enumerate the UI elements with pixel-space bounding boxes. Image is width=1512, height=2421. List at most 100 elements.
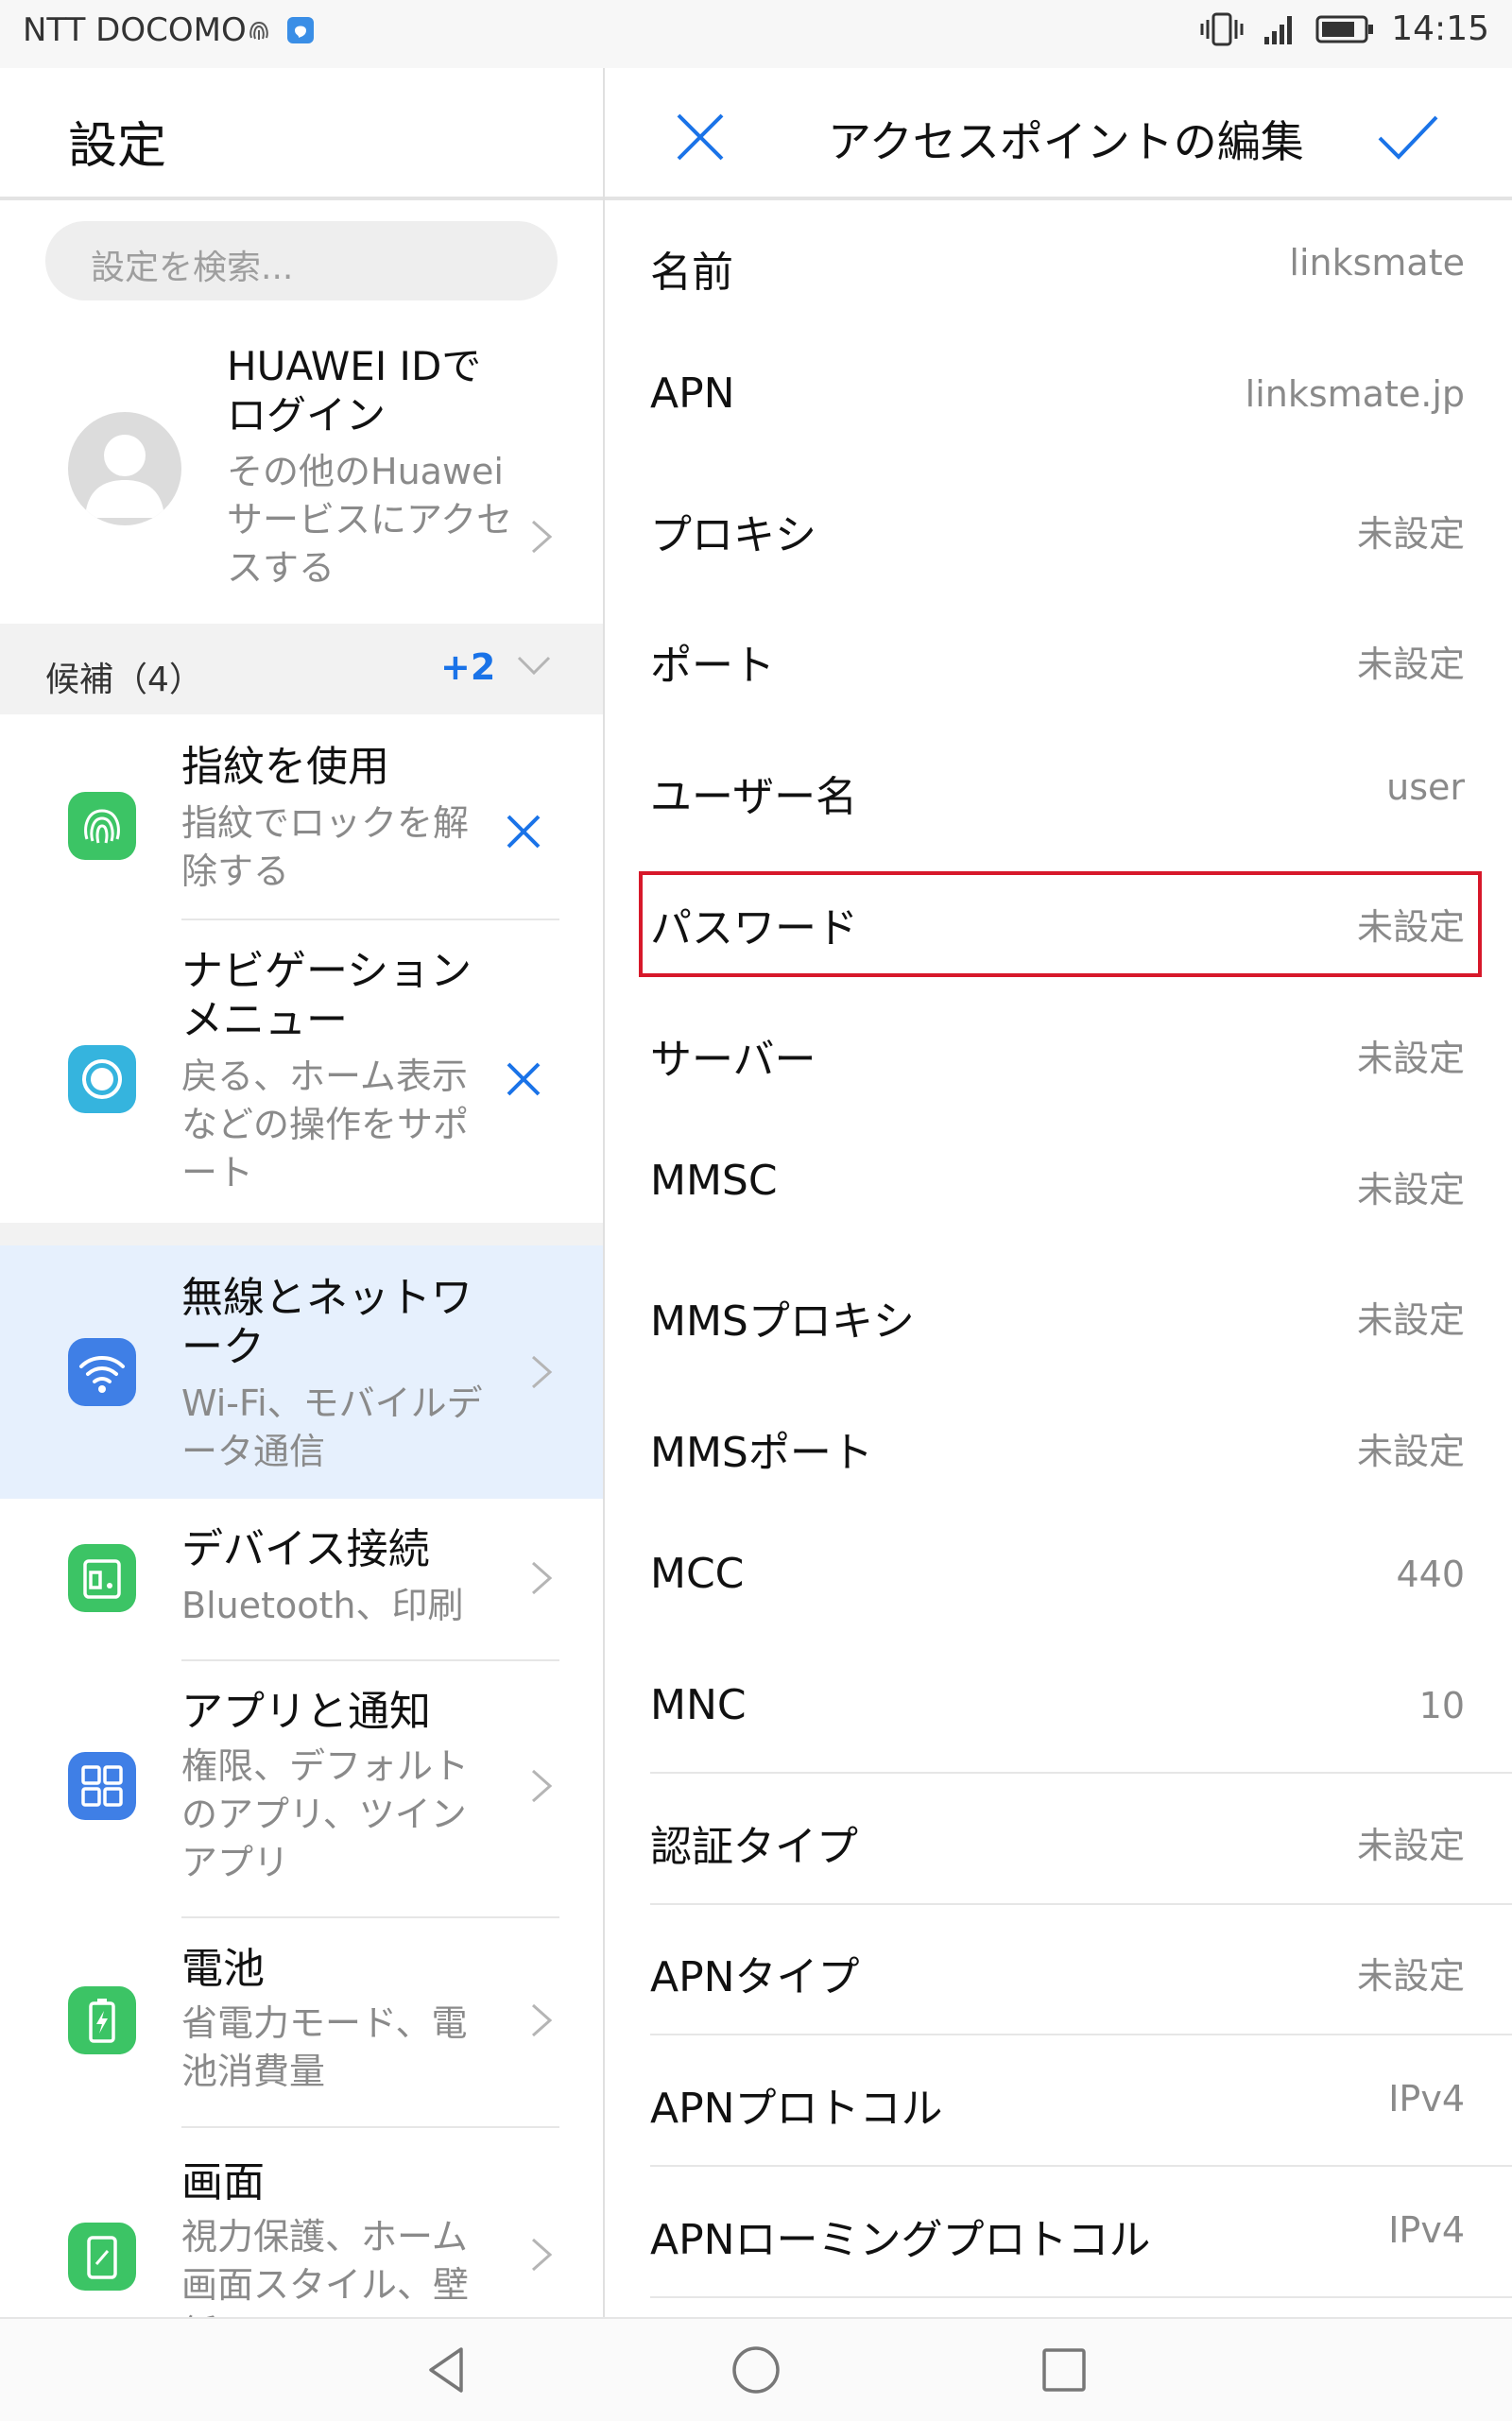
signal-icon (1264, 15, 1293, 44)
apn-field-label: MMSC (650, 1156, 778, 1205)
apn-field[interactable]: APN linksmate.jp (605, 332, 1512, 462)
chevron-right-icon (532, 1355, 553, 1389)
settings-item-title: 無線とネットワーク (181, 1274, 472, 1371)
settings-item-display[interactable]: 画面 視力保護、ホーム画面スタイル、壁紙 (0, 2128, 603, 2317)
settings-pane: 設定 設定を検索... HUAWEI IDでログイン その他のHuaweiサービ… (0, 68, 603, 2317)
suggestion-title: 指紋を使用 (181, 743, 389, 791)
suggestion-subtitle: 指紋でロックを解除する (181, 802, 470, 892)
apn-field-label: APNプロトコル (650, 2085, 943, 2134)
apn-field[interactable]: MMSプロキシ 未設定 (605, 1249, 1512, 1380)
apn-field-value: linksmate.jp (1245, 372, 1465, 415)
navigation-bar (0, 2317, 1512, 2421)
suggestion-title: ナビゲーションメニュー (181, 947, 472, 1044)
settings-item-battery[interactable]: 電池 省電力モード、電池消費量 (0, 1918, 603, 2126)
apn-field-value: 未設定 (1356, 1824, 1465, 1866)
apn-field[interactable]: APNローミングプロトコル IPv4 (605, 2168, 1512, 2298)
apn-field[interactable]: サーバー 未設定 (605, 987, 1512, 1118)
chevron-right-icon (532, 2003, 553, 2037)
settings-item-subtitle: Wi-Fi、モバイルデータ通信 (181, 1382, 483, 1472)
apn-field[interactable]: MMSC 未設定 (605, 1119, 1512, 1249)
clock: 14:15 (1391, 9, 1489, 48)
apn-field-label: ユーザー名 (650, 773, 858, 822)
apn-field-label: MNC (650, 1680, 747, 1729)
apn-field-label: MMSポート (650, 1429, 873, 1478)
account-subtitle: その他のHuaweiサービスにアクセスする (227, 451, 513, 589)
close-icon[interactable] (671, 108, 730, 166)
apn-field-label: MMSプロキシ (650, 1297, 915, 1347)
vibrate-icon (1200, 12, 1244, 45)
settings-item-subtitle: 省電力モード、電池消費量 (181, 2002, 468, 2092)
home-icon[interactable] (730, 2344, 782, 2396)
apn-field-label: APN (650, 369, 735, 418)
apn-field-value: linksmate (1289, 242, 1465, 283)
apn-field[interactable]: 名前 linksmate (605, 200, 1512, 331)
battery-icon (1315, 15, 1374, 43)
suggestions-label: 候補（4） (45, 661, 203, 699)
app-notification-icon (287, 17, 314, 43)
apn-field-value: IPv4 (1388, 2209, 1465, 2251)
settings-item-subtitle: 視力保護、ホーム画面スタイル、壁紙 (181, 2216, 470, 2317)
apn-field-value: 未設定 (1356, 1955, 1465, 1998)
apn-field-value: 440 (1396, 1554, 1465, 1595)
highlight-box (639, 871, 1482, 977)
page-title: 設定 (68, 118, 167, 175)
apn-field-label: 名前 (650, 249, 733, 297)
apn-field-label: APNタイプ (650, 1953, 860, 2002)
apn-field[interactable]: ユーザー名 user (605, 725, 1512, 855)
battery-settings-icon (68, 1986, 136, 2054)
device-connection-icon (68, 1544, 136, 1612)
wifi-icon (68, 1338, 136, 1406)
apn-field-value: 未設定 (1356, 1037, 1465, 1079)
back-icon[interactable] (421, 2344, 474, 2396)
apn-field-value: 未設定 (1356, 512, 1465, 555)
apn-field[interactable]: プロキシ 未設定 (605, 463, 1512, 593)
apn-edit-pane: アクセスポイントの編集 名前 linksmate APN linksmate.jp プロ… (605, 68, 1512, 2317)
settings-item-title: デバイス接続 (181, 1525, 430, 1573)
display-icon (68, 2223, 136, 2291)
checkmark-icon[interactable] (1376, 112, 1440, 163)
apn-field-value: 未設定 (1356, 1299, 1465, 1342)
status-bar: NTT DOCOMO 14:15 (0, 0, 1512, 68)
chevron-down-icon[interactable] (515, 654, 553, 678)
apn-field-value: 未設定 (1356, 1168, 1465, 1210)
chevron-right-icon (532, 1561, 553, 1595)
apn-field[interactable]: APNタイプ 未設定 (605, 1905, 1512, 2036)
chevron-right-icon (532, 520, 553, 554)
carrier-label: NTT DOCOMO (23, 11, 247, 49)
apn-field-label: ポート (650, 642, 775, 691)
settings-item-wireless-network[interactable]: 無線とネットワーク Wi-Fi、モバイルデータ通信 (0, 1245, 603, 1499)
fingerprint-status-icon (249, 21, 268, 40)
page-title: アクセスポイントの編集 (828, 116, 1304, 167)
apn-field[interactable]: ポート 未設定 (605, 593, 1512, 724)
settings-item-subtitle: Bluetooth、印刷 (181, 1585, 464, 1626)
account-title: HUAWEI IDでログイン (227, 343, 482, 438)
dismiss-suggestion-icon[interactable] (501, 809, 546, 854)
suggestion-navigation-menu[interactable]: ナビゲーションメニュー 戻る、ホーム表示などの操作をサポート (0, 920, 603, 1223)
settings-item-device-connection[interactable]: デバイス接続 Bluetooth、印刷 (0, 1499, 603, 1659)
search-input[interactable]: 設定を検索... (45, 221, 558, 300)
navigation-dock-icon (68, 1045, 136, 1113)
recents-icon[interactable] (1038, 2344, 1091, 2396)
apn-field[interactable]: MNC 10 (605, 1643, 1512, 1774)
suggestions-more-count[interactable]: +2 (440, 646, 495, 688)
apn-field-value: 10 (1418, 1684, 1465, 1726)
apn-field-value: user (1386, 766, 1465, 809)
apn-field[interactable]: APNプロトコル IPv4 (605, 2036, 1512, 2168)
apn-field-label: MCC (650, 1550, 745, 1598)
apn-field[interactable]: 認証タイプ 未設定 (605, 1775, 1512, 1905)
settings-item-title: アプリと通知 (181, 1688, 431, 1736)
apn-field[interactable]: MMSポート 未設定 (605, 1381, 1512, 1511)
apn-field-label: APNローミングプロトコル (650, 2216, 1151, 2264)
settings-item-title: 画面 (181, 2158, 265, 2206)
dismiss-suggestion-icon[interactable] (501, 1056, 546, 1102)
suggestion-fingerprint[interactable]: 指紋を使用 指紋でロックを解除する (0, 714, 603, 919)
apn-field-label: 認証タイプ (650, 1822, 858, 1871)
search-placeholder: 設定を検索... (91, 249, 294, 287)
settings-item-apps-notifications[interactable]: アプリと通知 権限、デフォルトのアプリ、ツインアプリ (0, 1661, 603, 1916)
apps-grid-icon (68, 1752, 136, 1820)
suggestions-header: 候補（4） +2 (0, 624, 603, 714)
apn-field[interactable]: MCC 440 (605, 1512, 1512, 1642)
huawei-id-login[interactable]: HUAWEI IDでログイン その他のHuaweiサービスにアクセスする (0, 342, 603, 626)
apn-field-label: サーバー (650, 1035, 816, 1084)
avatar (68, 412, 181, 525)
